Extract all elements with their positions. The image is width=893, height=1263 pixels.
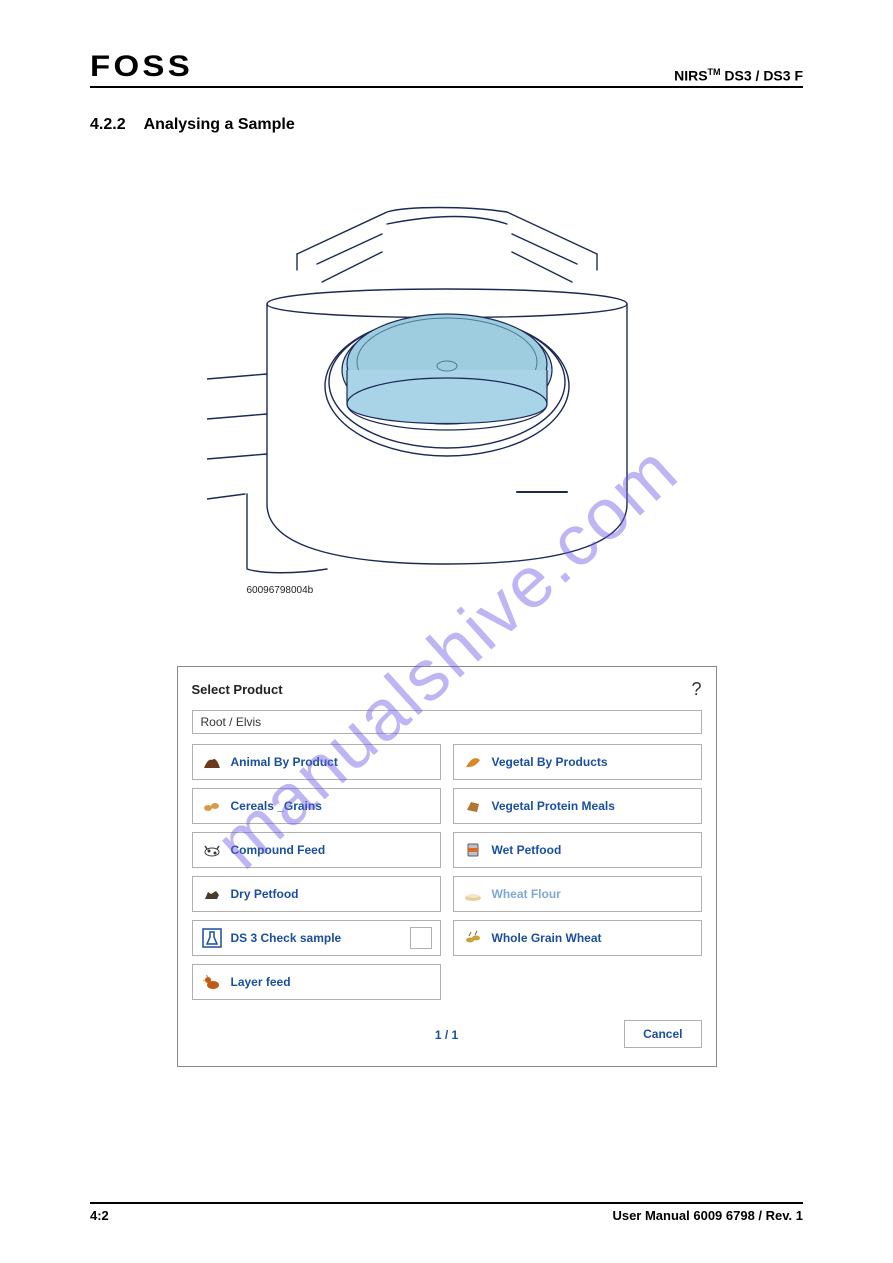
product-label: Whole Grain Wheat: [492, 931, 602, 945]
leaf-orange-icon: [462, 751, 484, 773]
chicken-icon: [201, 971, 223, 993]
page-footer: 4:2 User Manual 6009 6798 / Rev. 1: [90, 1202, 803, 1223]
figure-id: 60096798004b: [207, 585, 687, 596]
cancel-button[interactable]: Cancel: [624, 1020, 701, 1048]
product-grid: Animal By Product Vegetal By Products Cere…: [192, 744, 702, 1000]
wheat-icon: [462, 927, 484, 949]
cow-icon: [201, 839, 223, 861]
product-wheat-flour[interactable]: Wheat Flour: [453, 876, 702, 912]
product-ds-3-check-sample[interactable]: DS 3 Check sample: [192, 920, 441, 956]
product-compound-feed[interactable]: Compound Feed: [192, 832, 441, 868]
page-number: 4:2: [90, 1208, 109, 1223]
product-label: Compound Feed: [231, 843, 326, 857]
dog-icon: [201, 883, 223, 905]
product-vegetal-by-products[interactable]: Vegetal By Products: [453, 744, 702, 780]
aux-box[interactable]: [410, 927, 432, 949]
product-dry-petfood[interactable]: Dry Petfood: [192, 876, 441, 912]
section-title: Analysing a Sample: [144, 116, 295, 133]
product-label: Vegetal Protein Meals: [492, 799, 615, 813]
product-label: DS 3 Check sample: [231, 931, 342, 945]
trademark: TM: [708, 67, 721, 77]
section-heading: 4.2.2 Analysing a Sample: [90, 116, 803, 134]
product-label: Layer feed: [231, 975, 291, 989]
breadcrumb[interactable]: Root / Elvis: [192, 710, 702, 734]
flour-icon: [462, 883, 484, 905]
help-button[interactable]: ?: [691, 679, 701, 700]
panel-title: Select Product: [192, 682, 283, 697]
product-label: Cereals _Grains: [231, 799, 322, 813]
page-header: FOSS NIRSTM DS3 / DS3 F: [90, 50, 803, 88]
pager: 1 / 1: [435, 1028, 458, 1042]
product-animal-by-product[interactable]: Animal By Product: [192, 744, 441, 780]
chunk-brown-icon: [462, 795, 484, 817]
product-name: NIRS: [674, 68, 707, 84]
flask-box-icon: [201, 927, 223, 949]
model-name: DS3 / DS3 F: [721, 68, 803, 84]
product-label: Vegetal By Products: [492, 755, 608, 769]
product-label: Wheat Flour: [492, 887, 561, 901]
product-header: NIRSTM DS3 / DS3 F: [674, 67, 803, 84]
product-layer-feed[interactable]: Layer feed: [192, 964, 441, 1000]
grain-orange-icon: [201, 795, 223, 817]
manual-reference: User Manual 6009 6798 / Rev. 1: [612, 1208, 803, 1223]
can-icon: [462, 839, 484, 861]
device-figure: 60096798004b: [207, 194, 687, 596]
product-cereals-grains[interactable]: Cereals _Grains: [192, 788, 441, 824]
product-label: Animal By Product: [231, 755, 338, 769]
product-label: Dry Petfood: [231, 887, 299, 901]
select-product-panel: Select Product ? Root / Elvis Animal By …: [177, 666, 717, 1067]
product-wet-petfood[interactable]: Wet Petfood: [453, 832, 702, 868]
product-label: Wet Petfood: [492, 843, 562, 857]
section-number: 4.2.2: [90, 116, 126, 133]
logo: FOSS: [90, 50, 193, 84]
product-whole-grain-wheat[interactable]: Whole Grain Wheat: [453, 920, 702, 956]
pile-brown-icon: [201, 751, 223, 773]
device-illustration: [207, 194, 687, 574]
product-vegetal-protein-meals[interactable]: Vegetal Protein Meals: [453, 788, 702, 824]
